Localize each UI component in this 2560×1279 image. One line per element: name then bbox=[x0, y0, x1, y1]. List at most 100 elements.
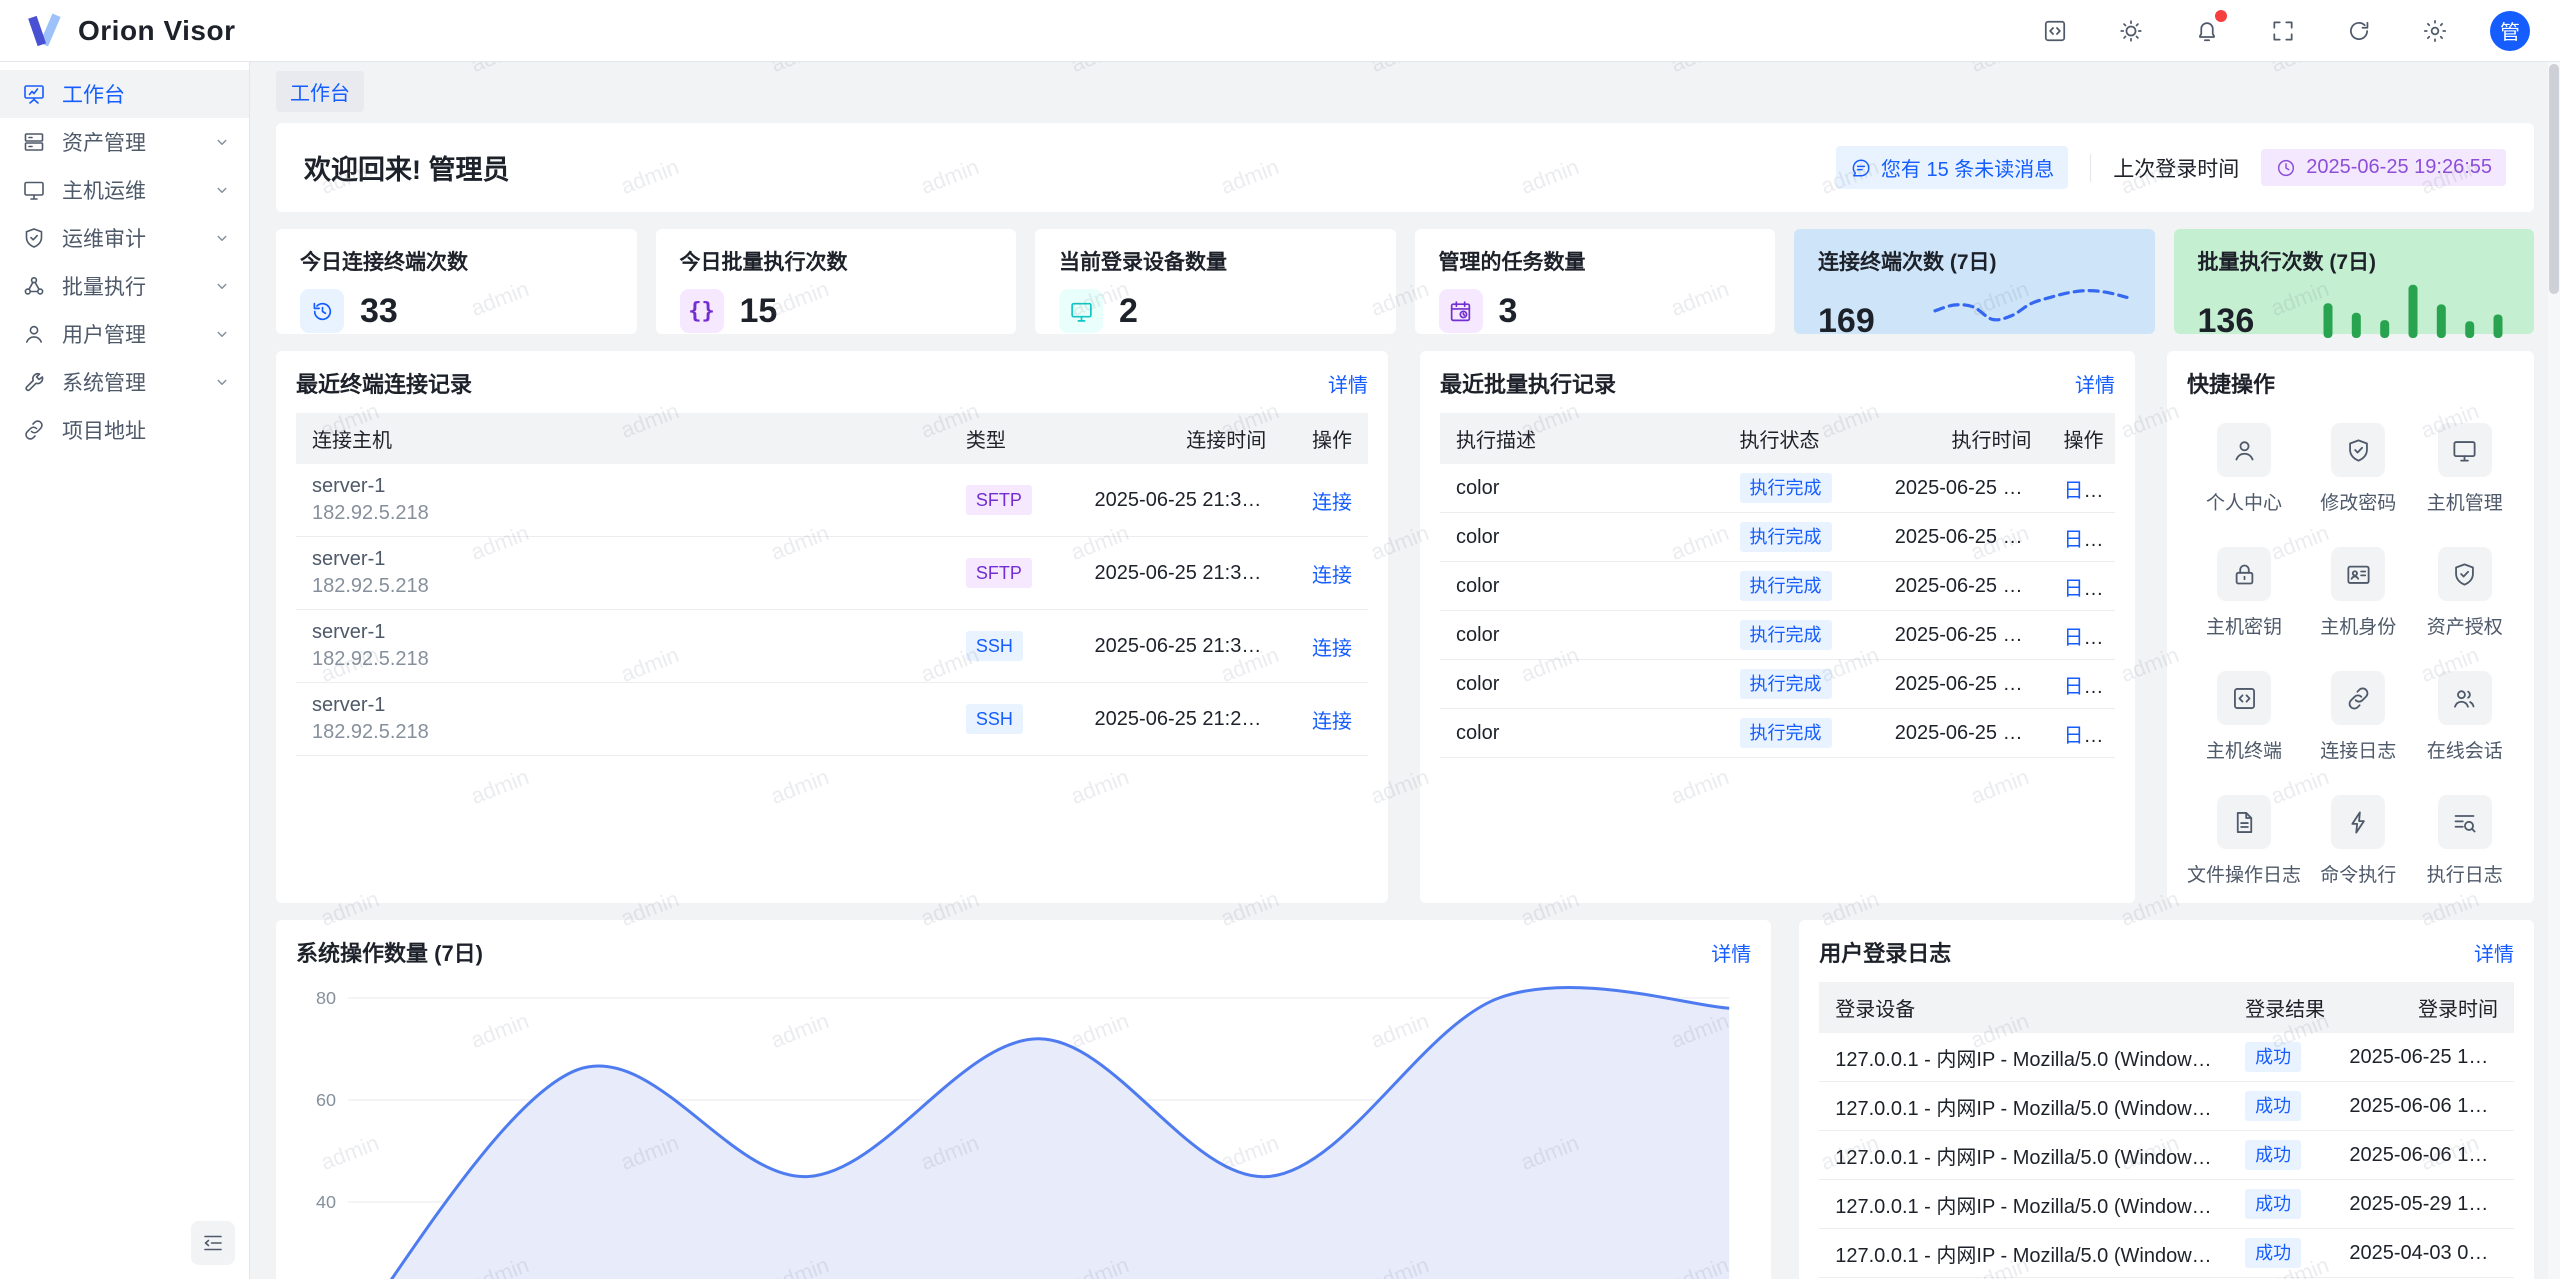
avatar[interactable]: 管 bbox=[2490, 11, 2530, 51]
terminal-records-detail-link[interactable]: 详情 bbox=[1328, 369, 1368, 398]
sidebar-item-batch-execution[interactable]: 批量执行 bbox=[0, 262, 249, 310]
login-log-row: 127.0.0.1 - 内网IP - Mozilla/5.0 (Windows … bbox=[1819, 1131, 2514, 1180]
fullscreen-button[interactable] bbox=[2262, 10, 2304, 52]
sidebar-item-user-management[interactable]: 用户管理 bbox=[0, 310, 249, 358]
wrench-icon bbox=[22, 370, 46, 394]
braces-icon: {} bbox=[688, 299, 715, 324]
sidebar-item-asset-management[interactable]: 资产管理 bbox=[0, 118, 249, 166]
batch-executions-table: 执行描述执行状态执行时间操作 color 执行完成 2025-06-25 21:… bbox=[1440, 413, 2115, 758]
scrollbar-thumb[interactable] bbox=[2549, 64, 2559, 294]
stat-icon-box bbox=[300, 289, 344, 333]
sidebar-menu: 工作台资产管理主机运维运维审计批量执行用户管理系统管理项目地址 bbox=[0, 70, 249, 454]
quick-action-个人中心[interactable]: 个人中心 bbox=[2187, 423, 2301, 515]
column-header: 操作 bbox=[1282, 413, 1368, 464]
spark-card-terminal-connections-7d: 连接终端次数 (7日) 169 bbox=[1794, 229, 2155, 334]
log-link[interactable]: 日志 bbox=[2064, 529, 2104, 551]
sidebar-item-system-management[interactable]: 系统管理 bbox=[0, 358, 249, 406]
login-result-tag: 成功 bbox=[2245, 1091, 2301, 1121]
quick-action-主机密钥[interactable]: 主机密钥 bbox=[2187, 547, 2301, 639]
quick-action-文件操作日志[interactable]: 文件操作日志 bbox=[2187, 795, 2301, 887]
breadcrumb[interactable]: 工作台 bbox=[276, 71, 364, 112]
execution-description: color bbox=[1440, 660, 1724, 709]
quick-action-在线会话[interactable]: 在线会话 bbox=[2416, 671, 2515, 763]
sidebar-item-host-ops[interactable]: 主机运维 bbox=[0, 166, 249, 214]
sidebar-item-label: 运维审计 bbox=[62, 223, 197, 253]
quick-action-修改密码[interactable]: 修改密码 bbox=[2309, 423, 2407, 515]
connection-type-tag: SFTP bbox=[966, 485, 1032, 515]
host-name: server-1 bbox=[312, 546, 934, 573]
execution-status-tag: 执行完成 bbox=[1740, 522, 1832, 552]
quick-action-执行日志[interactable]: 执行日志 bbox=[2416, 795, 2515, 887]
sidebar-item-label: 批量执行 bbox=[62, 271, 197, 301]
connect-link[interactable]: 连接 bbox=[1312, 565, 1352, 587]
connection-time: 2025-06-25 21:35:57 bbox=[1079, 537, 1283, 610]
vertical-scrollbar[interactable] bbox=[2548, 62, 2560, 1279]
quick-action-主机管理[interactable]: 主机管理 bbox=[2416, 423, 2515, 515]
sidebar-item-label: 用户管理 bbox=[62, 319, 197, 349]
batch-execution-row: color 执行完成 2025-06-25 21:50:10 日志 bbox=[1440, 709, 2115, 758]
login-device: 127.0.0.1 - 内网IP - Mozilla/5.0 (Windows … bbox=[1819, 1180, 2229, 1229]
batch-executions-7d-sparkline bbox=[2310, 276, 2510, 338]
quick-action-连接日志[interactable]: 连接日志 bbox=[2309, 671, 2407, 763]
log-link[interactable]: 日志 bbox=[2064, 627, 2104, 649]
log-link[interactable]: 日志 bbox=[2064, 676, 2104, 698]
sidebar-item-label: 主机运维 bbox=[62, 175, 197, 205]
quick-action-icon-box bbox=[2217, 547, 2271, 601]
welcome-title: 欢迎回来! 管理员 bbox=[304, 148, 510, 187]
quick-action-主机终端[interactable]: 主机终端 bbox=[2187, 671, 2301, 763]
refresh-button[interactable] bbox=[2338, 10, 2380, 52]
log-link[interactable]: 日志 bbox=[2064, 578, 2104, 600]
log-link[interactable]: 日志 bbox=[2064, 725, 2104, 747]
notifications-button[interactable] bbox=[2186, 10, 2228, 52]
recent-batch-executions-card: 最近批量执行记录 详情 执行描述执行状态执行时间操作 color 执行完成 20… bbox=[1420, 351, 2135, 903]
log-link[interactable]: 日志 bbox=[2064, 480, 2104, 502]
login-logs-detail-link[interactable]: 详情 bbox=[2474, 938, 2514, 967]
connect-link[interactable]: 连接 bbox=[1312, 711, 1352, 733]
stat-value: 3 bbox=[1499, 292, 1518, 331]
stat-icon-box: {} bbox=[680, 289, 724, 333]
sidebar-item-project-url[interactable]: 项目地址 bbox=[0, 406, 249, 454]
connect-link[interactable]: 连接 bbox=[1312, 492, 1352, 514]
unread-messages-badge[interactable]: 您有 15 条未读消息 bbox=[1836, 146, 2068, 189]
spark-label: 批量执行次数 (7日) bbox=[2198, 246, 2511, 276]
connect-link[interactable]: 连接 bbox=[1312, 638, 1352, 660]
sidebar-item-ops-audit[interactable]: 运维审计 bbox=[0, 214, 249, 262]
login-device: 127.0.0.1 - 内网IP - Mozilla/5.0 (Windows … bbox=[1819, 1131, 2229, 1180]
chart-detail-link[interactable]: 详情 bbox=[1711, 938, 1751, 967]
collapse-sidebar-button[interactable] bbox=[191, 1221, 235, 1265]
login-time: 2025-05-29 19:43:57 bbox=[2333, 1180, 2514, 1229]
topbar: Orion Visor 管 bbox=[0, 0, 2560, 62]
quick-action-label: 主机管理 bbox=[2427, 488, 2503, 515]
quick-action-icon-box bbox=[2217, 671, 2271, 725]
terminal-connection-row: server-1 182.92.5.218 SFTP 2025-06-25 21… bbox=[296, 464, 1368, 537]
quick-action-资产授权[interactable]: 资产授权 bbox=[2416, 547, 2515, 639]
sidebar-item-workbench[interactable]: 工作台 bbox=[0, 70, 249, 118]
svg-text:60: 60 bbox=[316, 1090, 336, 1110]
stat-label: 当前登录设备数量 bbox=[1059, 246, 1372, 276]
quick-action-label: 主机密钥 bbox=[2206, 612, 2282, 639]
quick-action-label: 执行日志 bbox=[2427, 860, 2503, 887]
stat-icon-box bbox=[1059, 289, 1103, 333]
spark-value: 136 bbox=[2198, 304, 2255, 338]
stat-card-3: 管理的任务数量 3 bbox=[1415, 229, 1776, 334]
user-login-logs-card: 用户登录日志 详情 登录设备登录结果登录时间 127.0.0.1 - 内网IP … bbox=[1799, 920, 2534, 1279]
exec-records-detail-link[interactable]: 详情 bbox=[2075, 369, 2115, 398]
settings-button[interactable] bbox=[2414, 10, 2456, 52]
quick-action-主机身份[interactable]: 主机身份 bbox=[2309, 547, 2407, 639]
host-ip: 182.92.5.218 bbox=[312, 500, 934, 527]
execution-status-tag: 执行完成 bbox=[1740, 718, 1832, 748]
theme-toggle-button[interactable] bbox=[2110, 10, 2152, 52]
api-docs-button[interactable] bbox=[2034, 10, 2076, 52]
spark-value: 169 bbox=[1818, 304, 1875, 338]
gear-icon bbox=[2422, 18, 2448, 44]
user-icon bbox=[22, 322, 46, 346]
execution-time: 2025-06-25 21:51:37 bbox=[1879, 513, 2048, 562]
execution-description: color bbox=[1440, 709, 1724, 758]
quick-action-label: 个人中心 bbox=[2206, 488, 2282, 515]
quick-action-命令执行[interactable]: 命令执行 bbox=[2309, 795, 2407, 887]
login-result-tag: 成功 bbox=[2245, 1189, 2301, 1219]
sidebar-item-label: 项目地址 bbox=[62, 415, 231, 445]
dashboard-icon bbox=[22, 82, 46, 106]
sun-icon bbox=[2118, 18, 2144, 44]
welcome-card: 欢迎回来! 管理员 您有 15 条未读消息 上次登录时间 2025-06-25 … bbox=[276, 123, 2534, 212]
